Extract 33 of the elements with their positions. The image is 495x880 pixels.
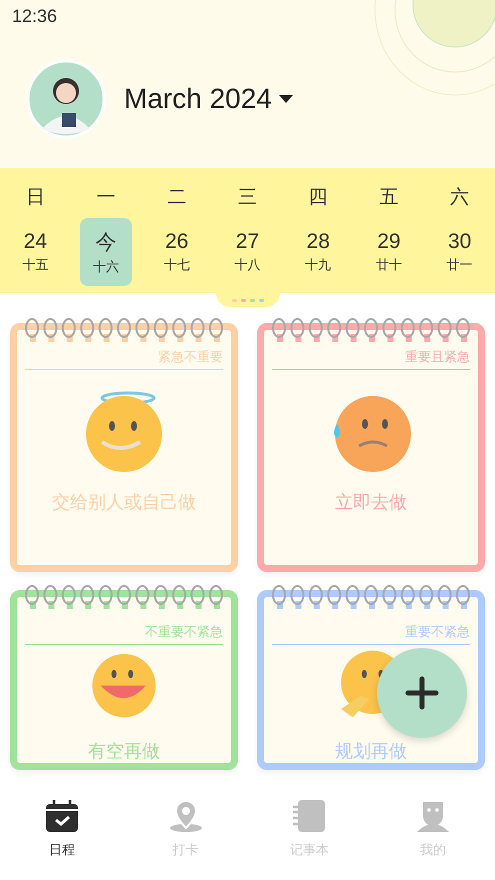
quadrant-tag: 不重要不紧急 bbox=[145, 625, 223, 640]
quadrant-title: 交给别人或自己做 bbox=[52, 491, 196, 514]
calendar-day[interactable]: 26 十七 bbox=[150, 218, 203, 286]
quadrant-title: 立即去做 bbox=[335, 491, 407, 514]
quadrant-tag: 重要且紧急 bbox=[405, 350, 470, 365]
calendar-day[interactable]: 27 十八 bbox=[221, 218, 274, 286]
status-time: 12:36 bbox=[12, 6, 58, 26]
month-selector[interactable]: March 2024 bbox=[124, 83, 294, 115]
quadrant-tag: 紧急不重要 bbox=[158, 350, 223, 365]
weekday-label: 二 bbox=[167, 185, 186, 210]
calendar-day[interactable]: 今 十六 bbox=[80, 218, 132, 286]
drawer-handle[interactable] bbox=[216, 293, 280, 307]
quadrant-title: 规划再做 bbox=[335, 740, 407, 763]
calendar-day[interactable]: 30 廿一 bbox=[434, 218, 486, 286]
weekday-label: 日 bbox=[26, 185, 45, 210]
person-icon bbox=[416, 799, 450, 833]
weekday-label: 三 bbox=[238, 185, 257, 210]
location-pin-icon bbox=[168, 799, 203, 833]
weekday-label: 一 bbox=[96, 185, 116, 210]
weekday-label: 五 bbox=[379, 185, 398, 210]
weekday-label: 六 bbox=[450, 185, 470, 210]
calendar-day[interactable]: 24 十五 bbox=[9, 218, 62, 286]
calendar-check-icon bbox=[44, 799, 79, 833]
weekday-label: 四 bbox=[308, 185, 328, 210]
calendar-day[interactable]: 29 廿十 bbox=[362, 218, 415, 286]
nav-tab[interactable]: 日程 bbox=[0, 788, 124, 870]
plus-icon bbox=[405, 676, 439, 710]
avatar-icon bbox=[26, 59, 106, 139]
calendar-day[interactable]: 28 十九 bbox=[292, 218, 344, 286]
quadrant-tag: 重要不紧急 bbox=[405, 625, 470, 640]
quadrant-title: 有空再做 bbox=[88, 740, 160, 763]
caret-icon bbox=[278, 94, 294, 104]
notebook-icon bbox=[292, 799, 326, 833]
